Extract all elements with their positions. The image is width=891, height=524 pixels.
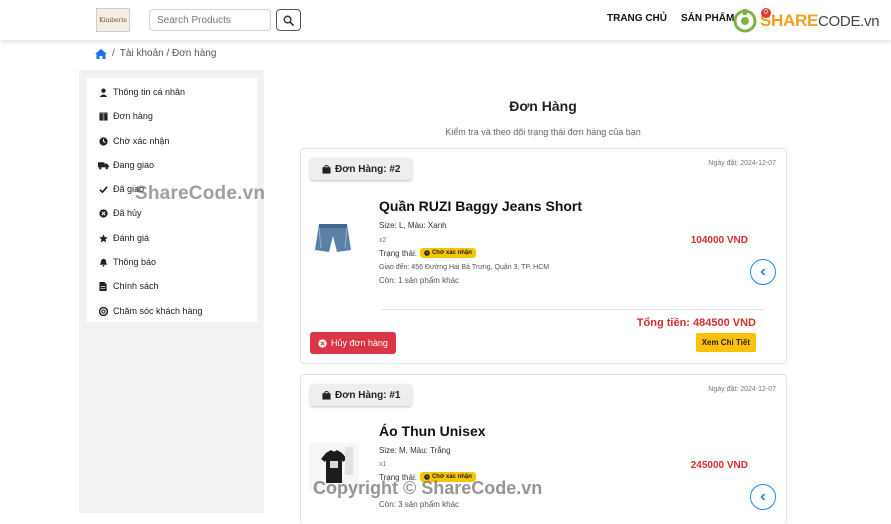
status-badge: Chờ xác nhận bbox=[419, 248, 476, 258]
breadcrumb-separator: / bbox=[112, 48, 115, 59]
brand-logo[interactable]: Kimberie bbox=[96, 8, 130, 32]
copyright-watermark: Copyright © ShareCode.vn bbox=[313, 478, 543, 498]
chevron-left-icon bbox=[760, 493, 766, 501]
sidebar-item-cancelled[interactable]: Đã hủy bbox=[97, 205, 142, 221]
breadcrumb: / Tài khoản / Đơn hàng bbox=[95, 48, 216, 59]
sidebar-item-label: Chính sách bbox=[113, 281, 159, 291]
chevron-left-icon bbox=[760, 268, 766, 276]
order-date: Ngày đặt: 2024-12-07 bbox=[708, 160, 776, 167]
search-input[interactable] bbox=[149, 9, 271, 31]
document-icon bbox=[97, 281, 109, 291]
product-name[interactable]: Quần RUZI Baggy Jeans Short bbox=[379, 198, 582, 214]
watermark-text: ShareCode.vn bbox=[135, 183, 266, 204]
breadcrumb-path[interactable]: Tài khoản / Đơn hàng bbox=[120, 48, 217, 59]
bell-icon bbox=[97, 258, 109, 267]
product-variant: Size: M, Màu: Trắng bbox=[379, 446, 451, 455]
product-price: 104000 VND bbox=[690, 235, 748, 246]
sidebar-item-label: Chờ xác nhận bbox=[113, 136, 170, 146]
product-quantity: x2 bbox=[379, 237, 387, 244]
sidebar-item-label: Thông tin cá nhân bbox=[113, 87, 186, 97]
truck-icon bbox=[97, 161, 109, 170]
order-number-label: Đơn Hàng: #1 bbox=[335, 389, 401, 401]
order-card: Đơn Hàng: #1 Ngày đặt: 2024-12-07 Áo Thu… bbox=[300, 374, 787, 524]
sharecode-logo-icon bbox=[733, 9, 757, 33]
toggle-products-button[interactable] bbox=[750, 484, 776, 510]
sidebar-item-support[interactable]: Chăm sóc khách hàng bbox=[97, 303, 203, 319]
product-name[interactable]: Áo Thun Unisex bbox=[379, 423, 486, 439]
product-variant: Size: L, Màu: Xanh bbox=[379, 221, 447, 230]
product-quantity: x1 bbox=[379, 461, 387, 468]
cart-count-badge: 0 bbox=[761, 8, 771, 18]
order-status-row: Trạng thái: Chờ xác nhận bbox=[379, 248, 476, 258]
more-items-note: Còn: 3 sản phẩm khác bbox=[379, 500, 460, 509]
sidebar-item-label: Đang giao bbox=[113, 160, 155, 170]
view-detail-button[interactable]: Xem Chi Tiết bbox=[695, 333, 756, 352]
order-date: Ngày đặt: 2024-12-07 bbox=[708, 386, 776, 393]
home-icon[interactable] bbox=[95, 48, 107, 59]
sidebar-item-label: Đã hủy bbox=[113, 208, 142, 218]
nav-products-link[interactable]: SẢN PHẨM bbox=[681, 13, 734, 24]
sidebar-item-orders[interactable]: Đơn hàng bbox=[97, 108, 153, 124]
sidebar-item-label: Chăm sóc khách hàng bbox=[113, 306, 203, 316]
toggle-products-button[interactable] bbox=[750, 259, 776, 285]
sidebar-item-shipping[interactable]: Đang giao bbox=[97, 157, 154, 173]
sidebar-item-label: Đánh giá bbox=[113, 233, 150, 243]
watermark-logo-suffix: CODE.vn bbox=[818, 13, 880, 30]
bag-icon bbox=[322, 390, 331, 400]
view-detail-label: Xem Chi Tiết bbox=[701, 338, 750, 347]
star-icon bbox=[97, 233, 109, 243]
order-number-tag: Đơn Hàng: #1 bbox=[310, 384, 413, 406]
clock-icon bbox=[424, 250, 430, 256]
box-icon bbox=[97, 111, 109, 121]
order-number-tag: Đơn Hàng: #2 bbox=[310, 158, 413, 180]
clock-icon bbox=[97, 136, 109, 146]
sidebar-item-notifications[interactable]: Thông báo bbox=[97, 254, 156, 270]
cancel-circle-icon bbox=[97, 208, 109, 218]
cancel-order-button[interactable]: Hủy đơn hàng bbox=[310, 332, 396, 354]
search-button[interactable] bbox=[276, 9, 301, 31]
sidebar-item-pending[interactable]: Chờ xác nhận bbox=[97, 133, 169, 149]
order-number-label: Đơn Hàng: #2 bbox=[335, 163, 401, 175]
check-icon bbox=[97, 185, 109, 194]
support-icon bbox=[97, 306, 109, 316]
sharecode-watermark-logo: SHARECODE.vn bbox=[733, 9, 880, 33]
logo-text: Kimberie bbox=[99, 17, 127, 24]
status-label: Trạng thái: bbox=[379, 248, 417, 258]
search-icon bbox=[283, 15, 294, 26]
top-navbar: Kimberie TRANG CHỦ SẢN PHẨM SHARECODE.vn… bbox=[0, 0, 891, 40]
more-items-note: Còn: 1 sản phẩm khác bbox=[379, 276, 460, 285]
order-total: Tổng tiền: 484500 VND bbox=[636, 317, 756, 329]
product-thumbnail[interactable] bbox=[309, 216, 359, 264]
cancel-circle-icon bbox=[318, 338, 327, 348]
jeans-shorts-image bbox=[315, 224, 351, 252]
page-subtitle: Kiểm tra và theo dõi trạng thái đơn hàng… bbox=[445, 127, 641, 137]
shipping-address: Giao đến: 456 Đường Hai Bà Trưng, Quận 3… bbox=[379, 264, 550, 271]
order-divider bbox=[381, 309, 764, 310]
cancel-order-label: Hủy đơn hàng bbox=[331, 338, 388, 348]
sidebar-item-label: Đơn hàng bbox=[113, 111, 153, 121]
nav-home-link[interactable]: TRANG CHỦ bbox=[607, 13, 667, 24]
sidebar-item-reviews[interactable]: Đánh giá bbox=[97, 230, 149, 246]
page-title: Đơn Hàng bbox=[509, 98, 577, 114]
product-price: 245000 VND bbox=[690, 460, 748, 471]
sidebar-item-profile[interactable]: Thông tin cá nhân bbox=[97, 84, 185, 100]
sidebar-item-policy[interactable]: Chính sách bbox=[97, 278, 159, 294]
order-card: Đơn Hàng: #2 Ngày đặt: 2024-12-07 Quần R… bbox=[300, 148, 787, 364]
user-icon bbox=[97, 88, 109, 97]
sidebar-item-label: Thông báo bbox=[113, 257, 157, 267]
bag-icon bbox=[322, 164, 331, 174]
status-badge-text: Chờ xác nhận bbox=[431, 250, 472, 256]
